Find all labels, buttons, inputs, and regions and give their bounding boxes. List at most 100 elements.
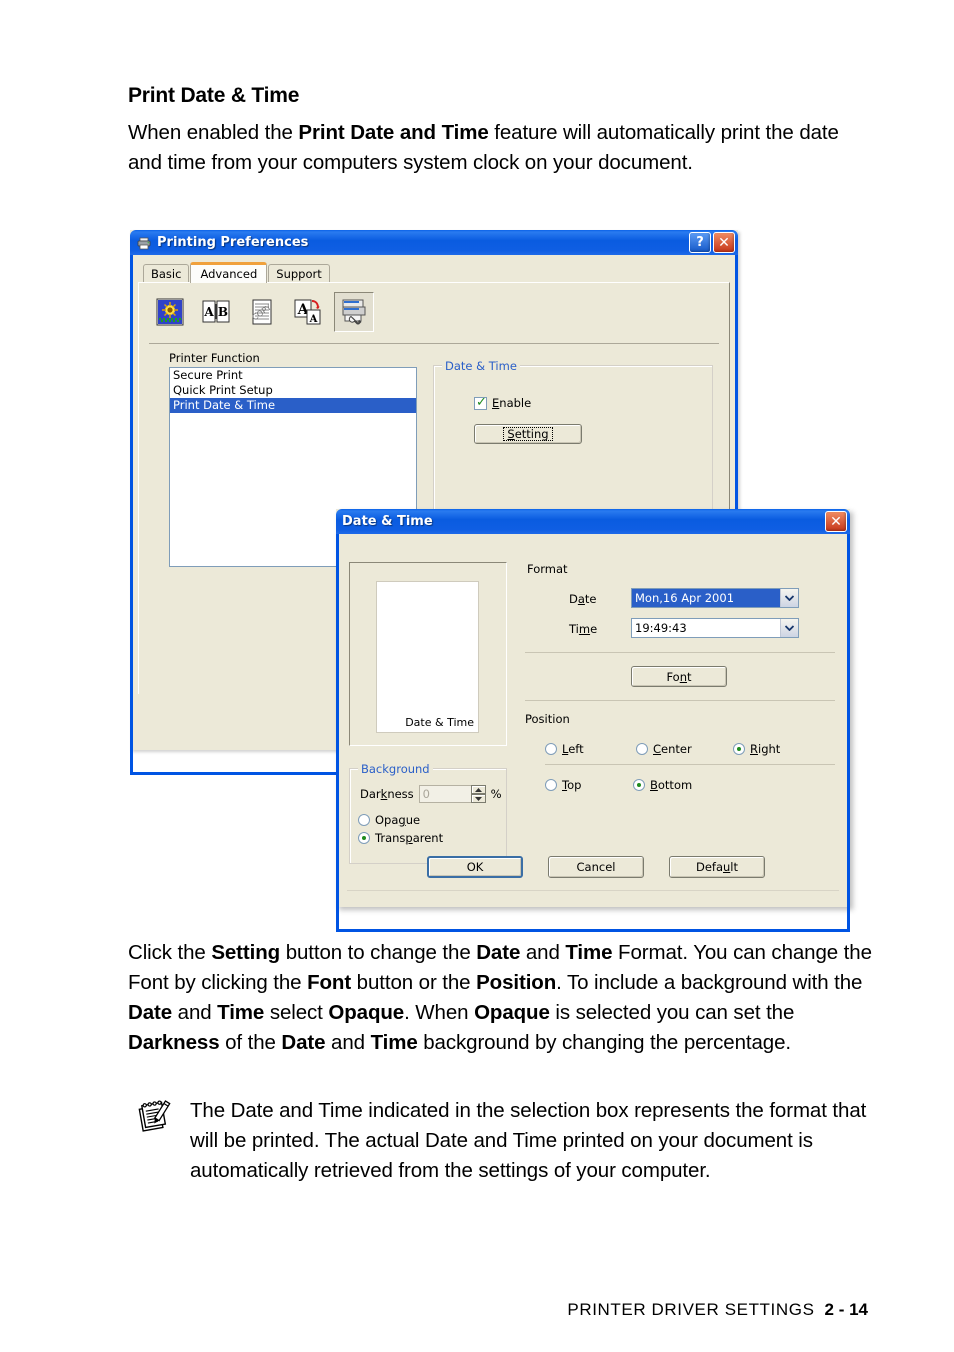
preview-page: Date & Time <box>376 581 479 733</box>
radio-left-dot[interactable] <box>545 743 557 755</box>
printer-function-icon <box>342 299 366 325</box>
enable-checkbox-row[interactable]: ✓ Enable <box>474 396 531 410</box>
radio-right-dot[interactable] <box>733 743 745 755</box>
time-format-value: 19:49:43 <box>635 621 687 635</box>
intro-paragraph: When enabled the Print Date and Time fea… <box>128 121 839 174</box>
radio-top[interactable]: Top <box>545 778 581 792</box>
preview-stamp: Date & Time <box>405 716 474 729</box>
date-time-dialog: Date & Time ✕ Date & Time Background Dar… <box>336 509 850 932</box>
radio-right[interactable]: Right <box>733 742 780 756</box>
watermark-icon <box>156 298 184 326</box>
footer-page-number: 2 - 14 <box>824 1300 868 1319</box>
window-buttons: ? ✕ <box>689 232 735 253</box>
radio-center-dot[interactable] <box>636 743 648 755</box>
preview-frame: Date & Time <box>349 562 507 746</box>
radio-center-label: Center <box>653 742 692 756</box>
help-button[interactable]: ? <box>689 232 711 253</box>
close-icon[interactable]: ✕ <box>713 232 735 253</box>
darkness-input[interactable]: 0 <box>418 785 471 803</box>
toolbar-separator <box>149 343 719 344</box>
format-label: Format <box>527 562 568 576</box>
radio-bottom-dot[interactable] <box>633 779 645 791</box>
percent-symbol: % <box>490 787 502 801</box>
note-block: The Date and Time indicated in the selec… <box>138 1096 884 1186</box>
radio-bottom[interactable]: Bottom <box>633 778 692 792</box>
default-button-label: Default <box>695 860 739 874</box>
time-label: Time <box>569 622 598 636</box>
ok-button-label: OK <box>466 860 484 874</box>
duplex-icon-button[interactable]: A B <box>196 292 236 332</box>
radio-opaque-dot[interactable] <box>358 814 370 826</box>
close-icon[interactable]: ✕ <box>825 511 847 532</box>
printing-preferences-titlebar[interactable]: Printing Preferences ? ✕ <box>130 230 738 255</box>
note-pencil-icon <box>138 1100 180 1134</box>
checkmark-icon: ✓ <box>476 394 487 410</box>
radio-right-label: Right <box>750 742 781 756</box>
position-separator <box>545 764 835 765</box>
svg-text:A: A <box>203 305 214 319</box>
default-button[interactable]: Default <box>669 856 765 878</box>
radio-top-dot[interactable] <box>545 779 557 791</box>
radio-bottom-label: Bottom <box>650 778 693 792</box>
chevron-down-icon[interactable] <box>780 619 798 637</box>
radio-transparent[interactable]: Transparent <box>358 831 443 845</box>
watermark-icon-button[interactable] <box>150 292 190 332</box>
radio-left[interactable]: Left <box>545 742 584 756</box>
page-scaling-icon-button[interactable]: A A <box>288 292 328 332</box>
document-page: Print Date & Time When enabled the Print… <box>0 0 954 1352</box>
copy-pages-icon-button[interactable]: COPY <box>242 292 282 332</box>
footer-separator <box>347 890 839 891</box>
date-time-titlebar[interactable]: Date & Time ✕ <box>336 509 850 534</box>
radio-opaque-label: Opague <box>375 813 421 827</box>
svg-text:A: A <box>309 314 318 325</box>
tabstrip: Basic Advanced Support <box>138 261 730 283</box>
list-item-print-date-time[interactable]: Print Date & Time <box>170 398 416 413</box>
page-scaling-icon: A A <box>294 299 321 325</box>
duplex-icon: A B <box>202 300 230 323</box>
tab-advanced[interactable]: Advanced <box>190 262 268 283</box>
ok-button[interactable]: OK <box>427 856 523 878</box>
radio-center[interactable]: Center <box>636 742 692 756</box>
radio-left-label: Left <box>562 742 584 756</box>
cancel-button[interactable]: Cancel <box>548 856 644 878</box>
close-glyph: ✕ <box>830 513 842 530</box>
list-item-secure-print[interactable]: Secure Print <box>170 368 416 383</box>
date-time-window-buttons: ✕ <box>825 511 847 532</box>
background-groupbox: Background Darkness 0 % Opague Transpare… <box>349 762 507 864</box>
chevron-down-icon[interactable] <box>780 589 798 607</box>
position-label: Position <box>525 712 570 726</box>
radio-transparent-dot[interactable] <box>358 832 370 844</box>
darkness-stepper[interactable]: 0 <box>418 785 486 803</box>
date-format-combobox[interactable]: Mon,16 Apr 2001 <box>631 588 799 608</box>
background-group-title: Background <box>358 762 433 776</box>
darkness-spin-buttons[interactable] <box>470 785 486 803</box>
copy-pages-icon: COPY <box>250 299 273 325</box>
enable-checkbox[interactable]: ✓ <box>474 394 487 410</box>
time-format-combobox[interactable]: 19:49:43 <box>631 618 799 638</box>
printer-icon <box>136 235 152 251</box>
cancel-button-label: Cancel <box>576 860 616 874</box>
spin-up-icon[interactable] <box>470 785 486 794</box>
printer-function-label: Printer Function <box>169 351 260 365</box>
page-title: Print Date & Time <box>128 84 300 107</box>
list-item-quick-print-setup[interactable]: Quick Print Setup <box>170 383 416 398</box>
svg-text:B: B <box>218 305 228 319</box>
darkness-label: Darkness <box>360 787 414 801</box>
printer-function-icon-button[interactable] <box>334 292 374 332</box>
radio-opaque[interactable]: Opague <box>358 813 420 827</box>
click-setting-paragraph: Click the Setting button to change the D… <box>128 941 872 1054</box>
font-separator <box>525 700 835 701</box>
date-format-value: Mon,16 Apr 2001 <box>632 589 780 607</box>
tab-support[interactable]: Support <box>268 264 330 282</box>
note-text: The Date and Time indicated in the selec… <box>190 1099 867 1182</box>
spin-down-icon[interactable] <box>470 794 486 803</box>
tab-basic[interactable]: Basic <box>143 264 190 282</box>
radio-top-label: Top <box>562 778 582 792</box>
printing-preferences-title: Printing Preferences <box>157 235 309 250</box>
font-button[interactable]: Font <box>631 666 727 687</box>
setting-button-label: Setting <box>503 427 553 441</box>
advanced-toolbar: A B COPY A A <box>139 283 729 332</box>
radio-transparent-label: Transparent <box>375 831 444 845</box>
setting-button[interactable]: Setting <box>474 424 582 444</box>
date-label: Date <box>569 592 597 606</box>
